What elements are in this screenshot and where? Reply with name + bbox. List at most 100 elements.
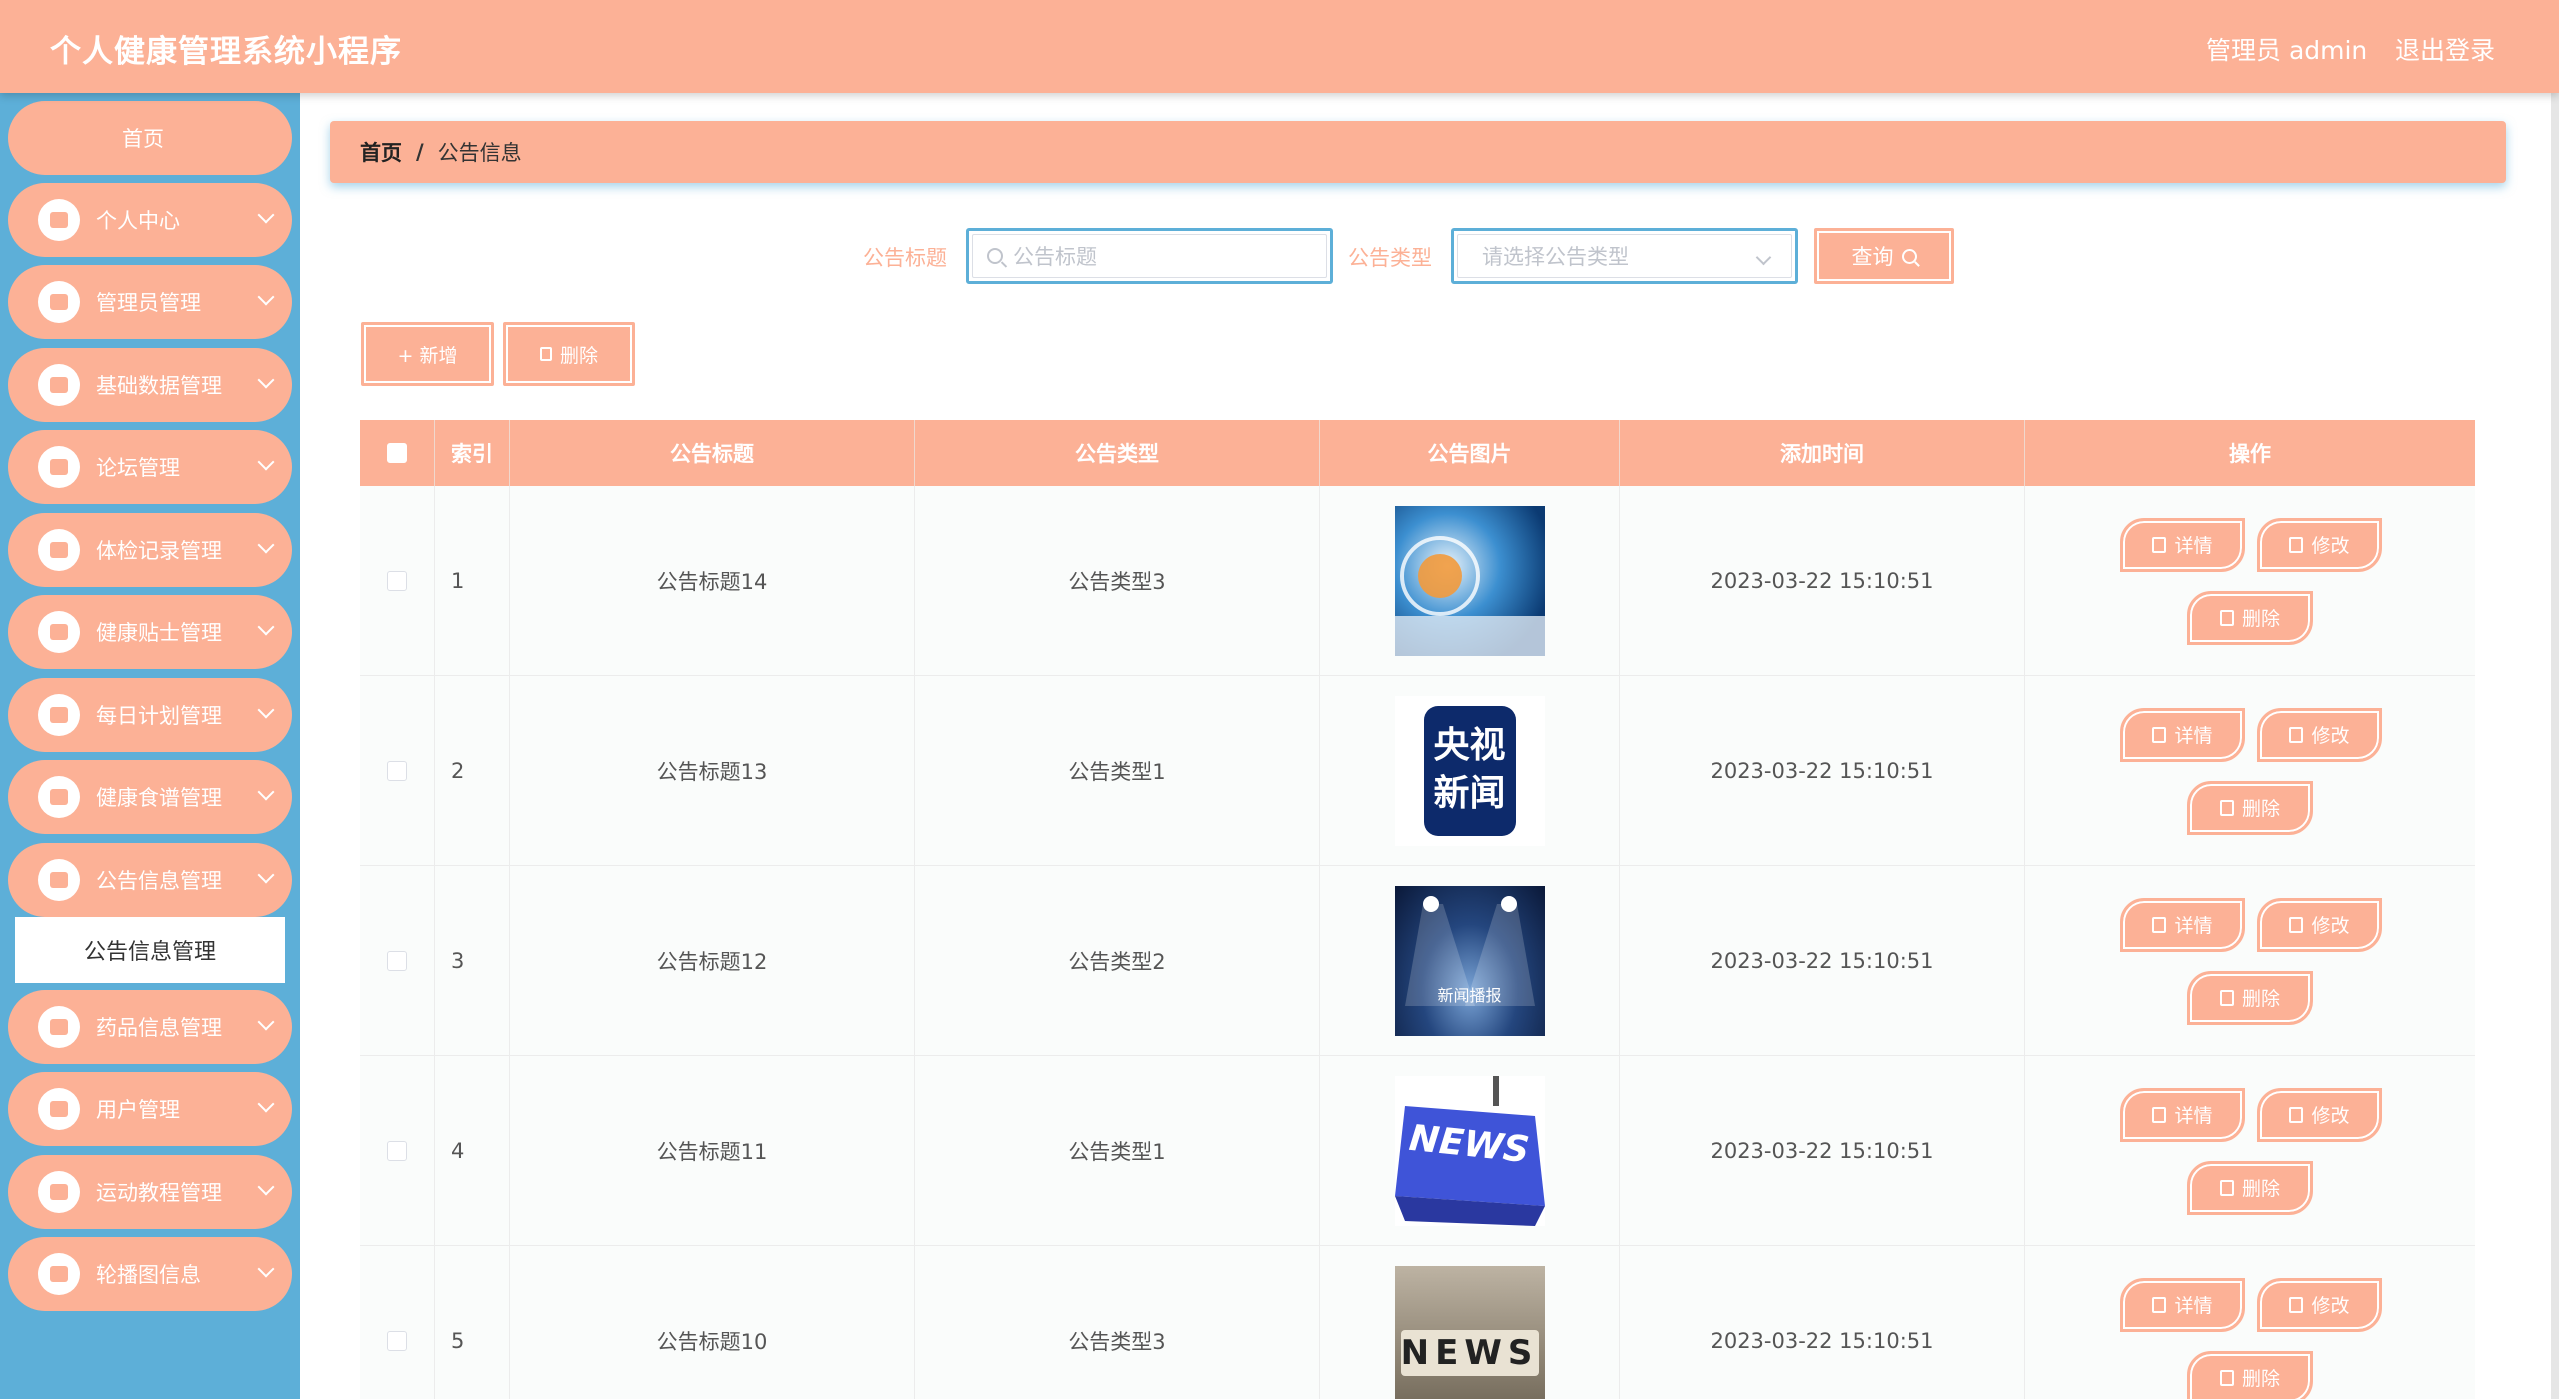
header-index: 索引	[435, 420, 510, 486]
chevron-down-icon	[257, 1260, 275, 1278]
breadcrumb-current: 公告信息	[437, 141, 522, 165]
sidebar-item-forum[interactable]: 论坛管理	[8, 430, 292, 504]
cctv-news-logo-image: 央视 新闻	[1394, 695, 1545, 846]
scrollbar[interactable]	[2551, 93, 2559, 1399]
breadcrumb-home[interactable]: 首页	[360, 137, 402, 167]
sidebar-item-label: 首页	[122, 127, 164, 151]
presentation-icon	[38, 776, 80, 818]
row-checkbox[interactable]	[387, 950, 407, 971]
detail-label: 详情	[2174, 535, 2213, 557]
sidebar-item-announcements[interactable]: 公告信息管理	[8, 843, 292, 917]
row-type: 公告类型1	[915, 1056, 1320, 1245]
sidebar-item-label: 运动教程管理	[96, 1181, 222, 1205]
delete-button[interactable]: 删除	[2187, 1350, 2313, 1399]
sidebar-item-home[interactable]: 首页	[8, 101, 292, 175]
edit-label: 修改	[2311, 1105, 2350, 1127]
row-type: 公告类型2	[915, 866, 1320, 1055]
delete-button[interactable]: 删除	[2187, 970, 2313, 1025]
table-header: 索引 公告标题 公告类型 公告图片 添加时间 操作	[360, 420, 2475, 486]
chevron-down-icon	[257, 1095, 275, 1113]
delete-button[interactable]: 删除	[2187, 780, 2313, 835]
sidebar-item-label: 健康贴士管理	[96, 621, 222, 645]
row-title: 公告标题11	[510, 1056, 915, 1245]
document-icon	[2152, 1296, 2167, 1313]
sidebar-item-checkup[interactable]: 体检记录管理	[8, 513, 292, 587]
chevron-down-icon	[257, 618, 275, 636]
batch-delete-label: 删除	[559, 344, 598, 367]
chevron-down-icon	[257, 783, 275, 801]
type-select[interactable]: 请选择公告类型	[1451, 228, 1798, 284]
top-bar: 个人健康管理系统小程序 管理员 admin 退出登录	[0, 0, 2559, 93]
trash-icon	[539, 347, 552, 361]
row-checkbox[interactable]	[387, 1140, 407, 1161]
delete-button[interactable]: 删除	[2187, 1160, 2313, 1215]
title-search-input[interactable]: 公告标题	[966, 228, 1333, 284]
detail-label: 详情	[2174, 915, 2213, 937]
document-icon	[2152, 916, 2167, 933]
sidebar-item-personal-center[interactable]: 个人中心	[8, 183, 292, 257]
select-all-checkbox[interactable]	[387, 443, 407, 463]
sidebar-item-carousel[interactable]: 轮播图信息	[8, 1237, 292, 1311]
row-title: 公告标题10	[510, 1246, 915, 1399]
search-icon	[987, 248, 1003, 264]
sidebar-item-label: 个人中心	[96, 209, 180, 233]
detail-button[interactable]: 详情	[2120, 517, 2245, 572]
row-checkbox[interactable]	[387, 1330, 407, 1351]
batch-delete-button[interactable]: 删除	[503, 322, 635, 386]
sidebar-item-label: 轮播图信息	[96, 1263, 201, 1287]
delete-button[interactable]: 删除	[2187, 590, 2313, 645]
row-checkbox[interactable]	[387, 570, 407, 591]
type-filter-label: 公告类型	[1348, 246, 1432, 270]
sidebar-subitem-announcements[interactable]: 公告信息管理	[15, 917, 285, 983]
row-time: 2023-03-22 15:10:51	[1620, 486, 2025, 675]
sidebar-item-recipes[interactable]: 健康食谱管理	[8, 760, 292, 834]
news-blocks-image: NEWS	[1394, 1265, 1545, 1399]
detail-label: 详情	[2174, 1105, 2213, 1127]
sidebar: 首页 个人中心 管理员管理 基础数据管理 论坛管理 体检记录管理 健康贴士管理 …	[0, 93, 300, 1399]
detail-button[interactable]: 详情	[2120, 897, 2245, 952]
sidebar-item-users[interactable]: 用户管理	[8, 1072, 292, 1146]
row-time: 2023-03-22 15:10:51	[1620, 676, 2025, 865]
edit-icon	[2289, 536, 2304, 553]
bar-chart-icon	[38, 529, 80, 571]
sidebar-item-base-data[interactable]: 基础数据管理	[8, 348, 292, 422]
row-title: 公告标题13	[510, 676, 915, 865]
edit-icon	[2289, 726, 2304, 743]
row-type: 公告类型3	[915, 486, 1320, 675]
edit-button[interactable]: 修改	[2257, 707, 2382, 762]
delete-label: 删除	[2241, 1368, 2280, 1390]
document-icon	[2152, 536, 2167, 553]
edit-button[interactable]: 修改	[2257, 517, 2382, 572]
row-title: 公告标题12	[510, 866, 915, 1055]
detail-button[interactable]: 详情	[2120, 1277, 2245, 1332]
sidebar-item-label: 健康食谱管理	[96, 786, 222, 810]
sidebar-item-daily-plan[interactable]: 每日计划管理	[8, 678, 292, 752]
sidebar-item-medicine[interactable]: 药品信息管理	[8, 990, 292, 1064]
logout-link[interactable]: 退出登录	[2395, 31, 2495, 67]
sidebar-item-label: 用户管理	[96, 1098, 180, 1122]
sidebar-item-health-tips[interactable]: 健康贴士管理	[8, 595, 292, 669]
edit-button[interactable]: 修改	[2257, 1087, 2382, 1142]
edit-button[interactable]: 修改	[2257, 1277, 2382, 1332]
chevron-down-icon	[1755, 249, 1772, 266]
breadcrumb-separator: /	[416, 140, 424, 164]
row-time: 2023-03-22 15:10:51	[1620, 1246, 2025, 1399]
sidebar-item-admin[interactable]: 管理员管理	[8, 265, 292, 339]
type-select-placeholder: 请选择公告类型	[1482, 245, 1629, 269]
news-stage-image: 新闻播报	[1394, 885, 1545, 1036]
query-button[interactable]: 查询	[1814, 228, 1954, 284]
row-index: 1	[435, 486, 510, 675]
row-checkbox[interactable]	[387, 760, 407, 781]
sidebar-item-exercise[interactable]: 运动教程管理	[8, 1155, 292, 1229]
detail-button[interactable]: 详情	[2120, 707, 2245, 762]
grid-icon	[38, 611, 80, 653]
chevron-down-icon	[257, 1178, 275, 1196]
table-row: 4 公告标题11 公告类型1 NEWS 2023-03-22 15:10:51 …	[360, 1056, 2475, 1246]
detail-button[interactable]: 详情	[2120, 1087, 2245, 1142]
edit-button[interactable]: 修改	[2257, 897, 2382, 952]
add-button[interactable]: + 新增	[361, 322, 494, 386]
delete-label: 删除	[2241, 608, 2280, 630]
row-index: 4	[435, 1056, 510, 1245]
chevron-down-icon	[257, 536, 275, 554]
header-actions: 操作	[2229, 442, 2271, 466]
